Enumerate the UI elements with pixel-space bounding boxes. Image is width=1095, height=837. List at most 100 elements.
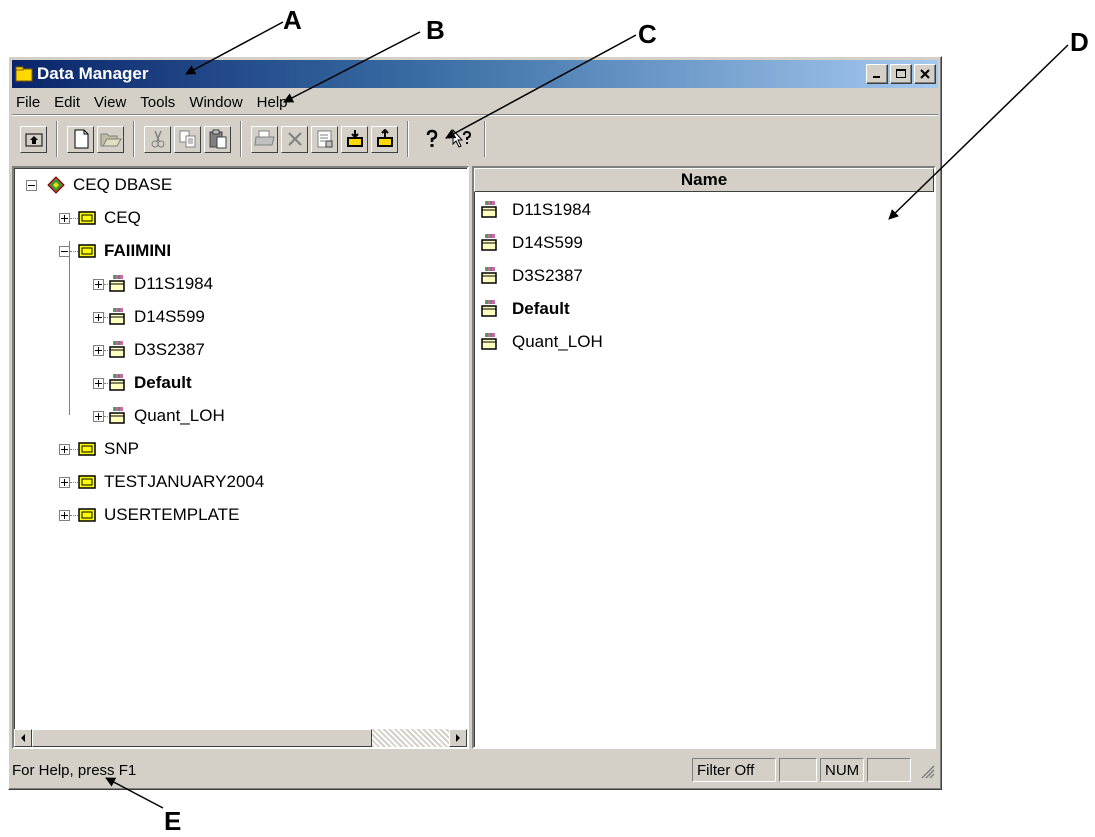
project-folder-icon [109, 407, 125, 424]
callout-label-b: B [426, 15, 445, 45]
list-item-label: D3S2387 [512, 266, 583, 285]
list-item[interactable]: D3S2387 [480, 265, 583, 287]
horizontal-scrollbar[interactable] [14, 729, 467, 747]
cut-button[interactable] [144, 125, 171, 153]
close-button[interactable] [914, 64, 936, 84]
list-item[interactable]: D11S1984 [480, 199, 591, 221]
export-icon [376, 129, 393, 147]
export-button[interactable] [371, 125, 398, 153]
list-item[interactable]: Quant_LOH [480, 331, 603, 353]
tree-item-snp[interactable]: SNP [59, 438, 139, 460]
new-icon [74, 129, 88, 149]
collapse-toggle[interactable] [59, 245, 70, 257]
up-folder-icon [25, 133, 42, 147]
status-panel-empty [779, 758, 817, 782]
tree-child-default[interactable]: Default [93, 372, 192, 394]
expand-toggle[interactable] [93, 278, 104, 290]
import-icon [346, 130, 363, 147]
status-help-text: For Help, press F1 [12, 761, 137, 779]
tree-child-d14s599[interactable]: D14S599 [93, 306, 205, 328]
project-folder-icon [481, 201, 497, 218]
collapse-toggle[interactable] [26, 179, 37, 191]
scroll-thumb[interactable] [32, 729, 372, 747]
menu-view[interactable]: View [87, 94, 133, 111]
print-button[interactable] [251, 125, 278, 153]
tree-item-label: TESTJANUARY2004 [104, 472, 265, 491]
database-tree-pane[interactable]: CEQ DBASE CEQ FAIIMINI D11S1984 D14S599 … [12, 166, 469, 749]
help-button[interactable] [418, 125, 445, 153]
copy-button[interactable] [174, 125, 201, 153]
open-button[interactable] [97, 125, 124, 153]
menu-tools[interactable]: Tools [133, 94, 182, 111]
scroll-left-button[interactable] [14, 729, 32, 747]
menu-help[interactable]: Help [250, 94, 295, 111]
toolbar [12, 119, 938, 159]
maximize-icon [896, 69, 906, 78]
expand-toggle[interactable] [59, 443, 70, 455]
paste-icon [209, 129, 226, 149]
new-button[interactable] [67, 125, 94, 153]
menu-edit[interactable]: Edit [47, 94, 87, 111]
list-item-label: Default [512, 299, 570, 318]
delete-icon [287, 132, 302, 146]
expand-toggle[interactable] [59, 212, 70, 224]
scroll-right-button[interactable] [449, 729, 467, 747]
scroll-track[interactable] [372, 729, 449, 747]
expand-toggle[interactable] [93, 377, 104, 389]
menu-bar: File Edit View Tools Window Help [12, 91, 938, 116]
minimize-icon [873, 76, 880, 78]
tree-item-label: Quant_LOH [134, 406, 225, 425]
help-icon [426, 129, 437, 147]
contents-list-pane[interactable]: Name D11S1984 D14S599 D3S2387 Default Qu… [472, 166, 936, 749]
title-bar[interactable]: Data Manager [12, 60, 938, 88]
callout-label-e: E [164, 806, 182, 836]
expand-toggle[interactable] [59, 509, 70, 521]
paste-button[interactable] [204, 125, 231, 153]
cut-icon [151, 130, 164, 148]
up-folder-button[interactable] [20, 125, 47, 153]
import-button[interactable] [341, 125, 368, 153]
tree-child-d11s1984[interactable]: D11S1984 [93, 273, 213, 295]
context-help-icon [452, 129, 471, 148]
tree-item-ceq[interactable]: CEQ [59, 207, 141, 229]
maximize-button[interactable] [890, 64, 912, 84]
resize-grip-icon[interactable] [914, 758, 936, 782]
list-item[interactable]: D14S599 [480, 232, 583, 254]
list-item[interactable]: Default [480, 298, 570, 320]
data-manager-window: Data Manager File Edit View Tools Window… [8, 56, 942, 790]
delete-button[interactable] [281, 125, 308, 153]
arrow-left-icon [21, 734, 25, 742]
tree-item-label: D3S2387 [134, 340, 205, 359]
window-title: Data Manager [37, 64, 149, 83]
tree-root[interactable]: CEQ DBASE [26, 174, 172, 196]
expand-toggle[interactable] [59, 476, 70, 488]
column-header-name[interactable]: Name [474, 168, 934, 192]
project-folder-icon [109, 308, 125, 325]
list-item-label: D14S599 [512, 233, 583, 252]
tree-child-d3s2387[interactable]: D3S2387 [93, 339, 205, 361]
expand-toggle[interactable] [93, 344, 104, 356]
properties-button[interactable] [311, 125, 338, 153]
database-root-icon [47, 176, 65, 194]
database-icon [78, 211, 96, 225]
menu-file[interactable]: File [12, 94, 47, 111]
tree-item-label: Default [134, 373, 192, 392]
list-item-label: Quant_LOH [512, 332, 603, 351]
expand-toggle[interactable] [93, 410, 104, 422]
tree-item-label: D11S1984 [134, 274, 214, 293]
tree-item-usertemplate[interactable]: USERTEMPLATE [59, 504, 239, 526]
database-icon [78, 475, 96, 489]
num-lock-panel: NUM [820, 758, 864, 782]
expand-toggle[interactable] [93, 311, 104, 323]
project-folder-icon [481, 234, 497, 251]
tree-item-faiimini[interactable]: FAIIMINI [59, 240, 171, 262]
database-icon [78, 442, 96, 456]
tree-item-label: USERTEMPLATE [104, 505, 240, 524]
minimize-button[interactable] [866, 64, 888, 84]
tree-item-testjanuary2004[interactable]: TESTJANUARY2004 [59, 471, 264, 493]
context-help-button[interactable] [448, 125, 475, 153]
project-folder-icon [109, 341, 125, 358]
menu-window[interactable]: Window [182, 94, 249, 111]
tree-child-quant-loh[interactable]: Quant_LOH [93, 405, 225, 427]
project-folder-icon [109, 374, 125, 391]
